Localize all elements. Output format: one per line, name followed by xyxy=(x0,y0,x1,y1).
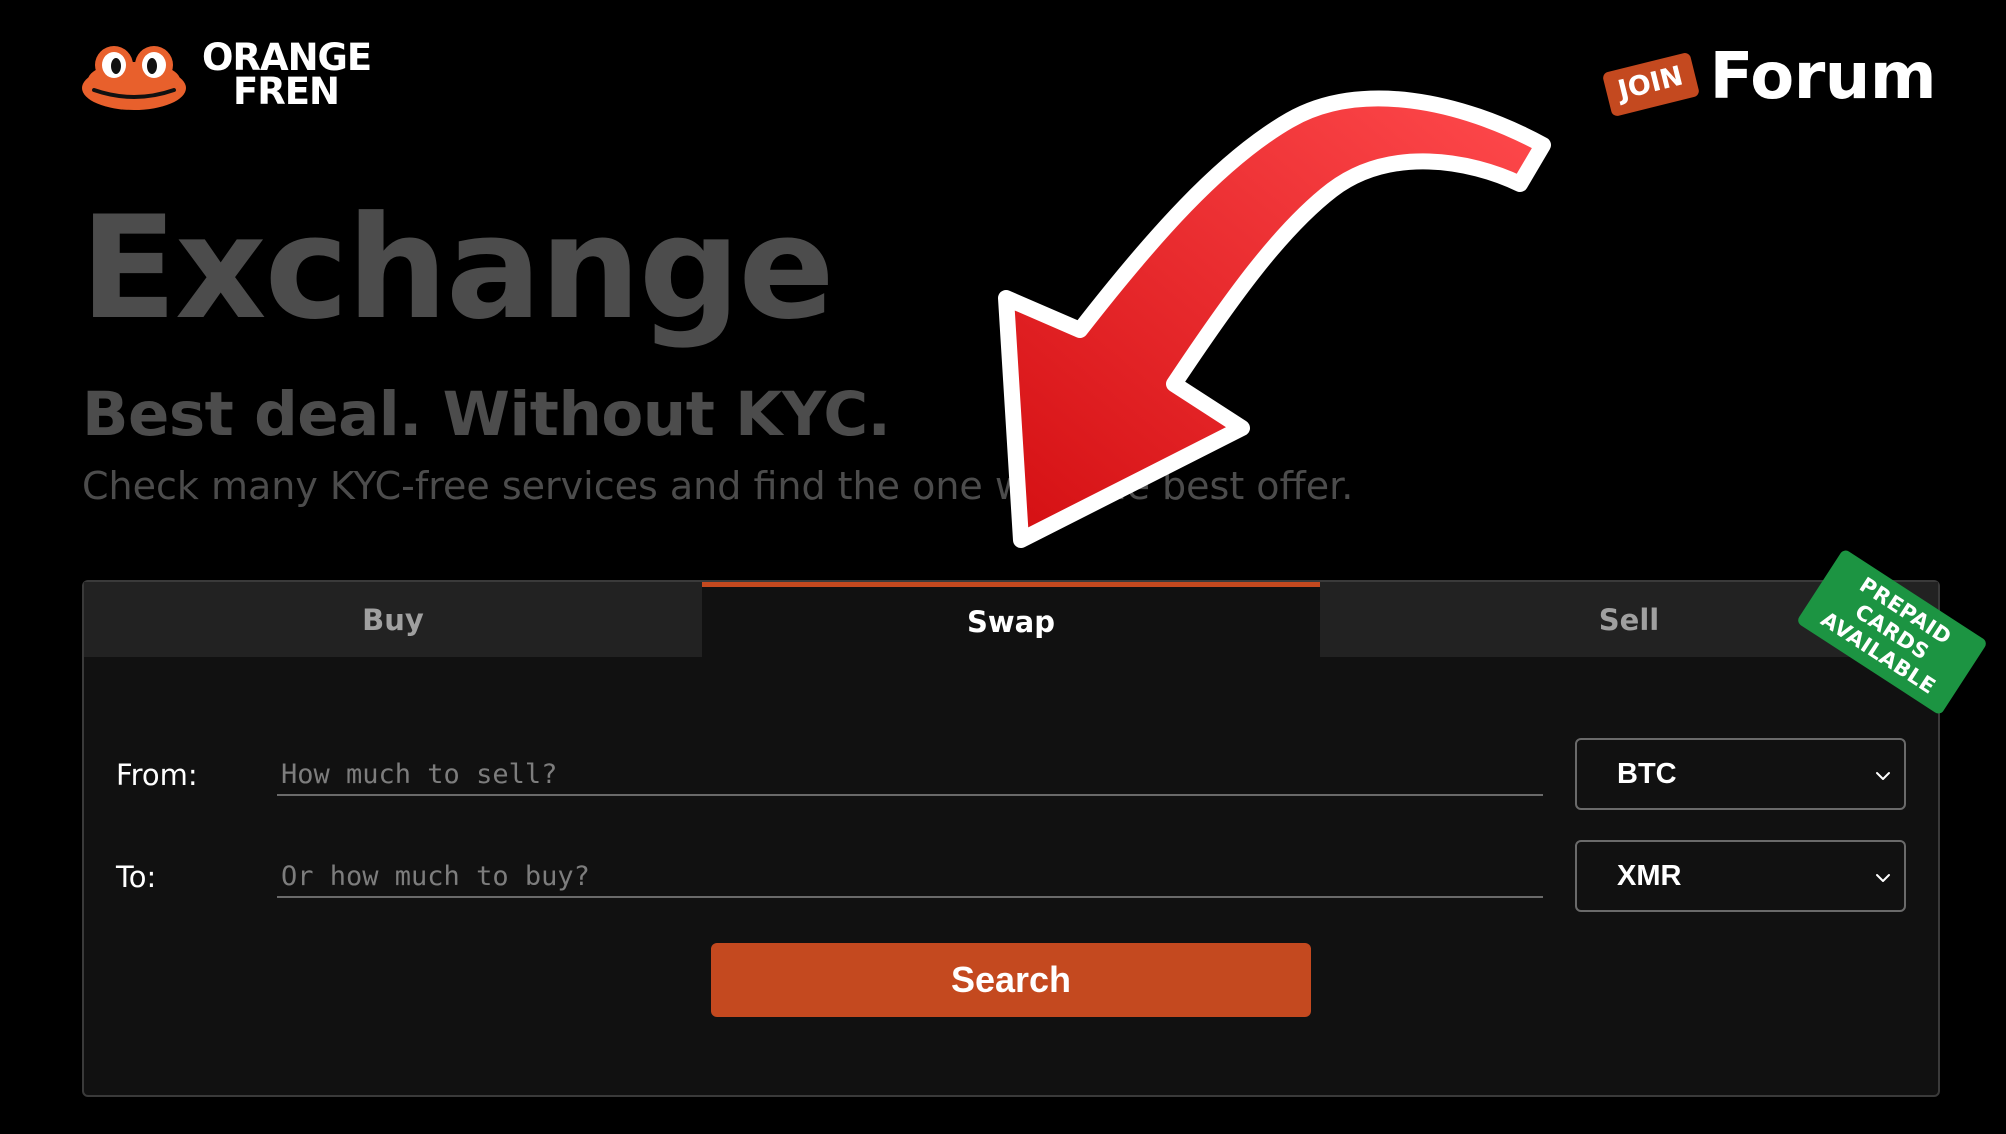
from-amount-input[interactable] xyxy=(277,754,1543,796)
join-badge: JOIN xyxy=(1601,51,1700,117)
chevron-down-icon xyxy=(1876,874,1890,882)
to-amount-input[interactable] xyxy=(277,856,1543,898)
exchange-card: Buy Swap Sell PREPAID CARDS AVAILABLE Fr… xyxy=(82,548,1989,1097)
frog-logo-icon xyxy=(82,46,186,110)
prepaid-cards-ribbon[interactable]: PREPAID CARDS AVAILABLE xyxy=(1795,548,1989,716)
to-currency-value: XMR xyxy=(1617,859,1682,892)
search-button[interactable]: Search xyxy=(711,943,1311,1017)
from-row: From: BTC xyxy=(84,738,1938,810)
join-forum-link[interactable]: JOIN Forum xyxy=(1601,40,1937,117)
logo-line-2: FREN xyxy=(233,70,340,113)
from-currency-select[interactable]: BTC xyxy=(1575,738,1906,810)
logo-wordmark: ORANGE FREN xyxy=(202,39,372,113)
page-title: Exchange xyxy=(80,186,835,351)
tab-buy[interactable]: Buy xyxy=(84,582,702,657)
page-subtitle: Best deal. Without KYC. xyxy=(82,379,891,450)
to-label: To: xyxy=(116,860,157,894)
to-currency-select[interactable]: XMR xyxy=(1575,840,1906,912)
exchange-tabs: Buy Swap Sell xyxy=(84,582,1938,657)
to-row: To: XMR xyxy=(84,840,1938,912)
chevron-down-icon xyxy=(1876,772,1890,780)
tab-swap[interactable]: Swap xyxy=(702,582,1320,657)
from-currency-value: BTC xyxy=(1617,757,1677,790)
forum-label: Forum xyxy=(1709,40,1937,114)
from-label: From: xyxy=(116,758,198,792)
curved-arrow-icon xyxy=(998,90,1551,548)
site-logo[interactable]: ORANGE FREN xyxy=(80,38,372,113)
